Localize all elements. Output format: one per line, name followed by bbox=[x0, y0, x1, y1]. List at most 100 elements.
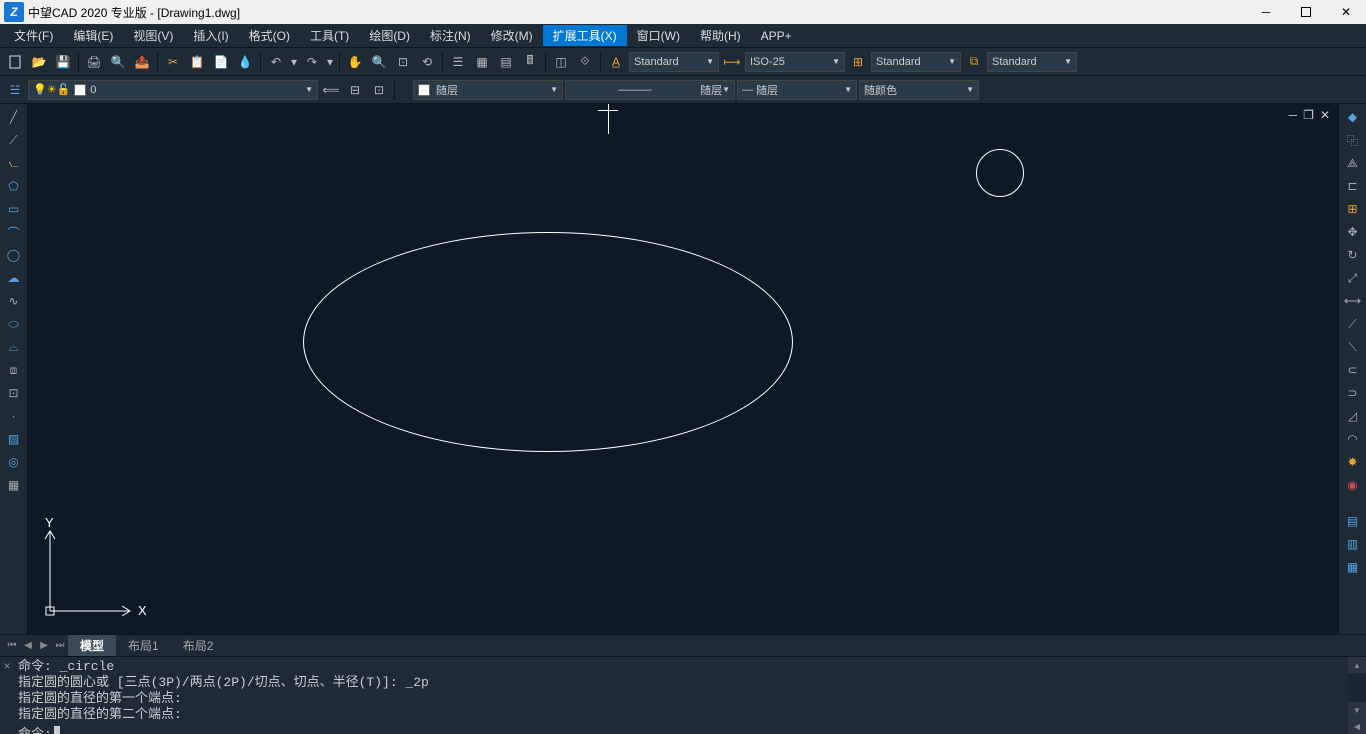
undo-button[interactable]: ↶ bbox=[265, 51, 287, 73]
mdi-minimize-button[interactable]: ─ bbox=[1289, 108, 1298, 122]
match-button[interactable]: 💧 bbox=[234, 51, 256, 73]
open-button[interactable]: 📂 bbox=[28, 51, 50, 73]
table-button[interactable]: ▦ bbox=[2, 474, 26, 496]
plotstyle-dropdown[interactable]: 随颜色▼ bbox=[859, 80, 979, 100]
paste-button[interactable]: 📄 bbox=[210, 51, 232, 73]
pan-button[interactable]: ✋ bbox=[344, 51, 366, 73]
menu-item[interactable]: 绘图(D) bbox=[359, 25, 420, 46]
layer-state-button[interactable]: ⊟ bbox=[344, 79, 366, 101]
dim-style-dropdown[interactable]: ISO-25▼ bbox=[745, 52, 845, 72]
maximize-button[interactable] bbox=[1286, 0, 1326, 24]
tab-next-button[interactable]: ▶ bbox=[36, 638, 52, 654]
region-button[interactable]: ◎ bbox=[2, 451, 26, 473]
array-button[interactable]: ⊞ bbox=[1341, 198, 1365, 220]
command-history[interactable]: 命令: _circle指定圆的圆心或 [三点(3P)/两点(2P)/切点、切点、… bbox=[14, 657, 1348, 734]
fillet-button[interactable]: ◠ bbox=[1341, 428, 1365, 450]
menu-item[interactable]: 修改(M) bbox=[481, 25, 543, 46]
zoom-window-button[interactable]: ⊡ bbox=[392, 51, 414, 73]
menu-item[interactable]: 帮助(H) bbox=[690, 25, 751, 46]
scroll-left-button[interactable]: ◀ bbox=[1348, 718, 1366, 734]
line-button[interactable]: ╱ bbox=[2, 106, 26, 128]
zoom-prev-button[interactable]: ⟲ bbox=[416, 51, 438, 73]
layout-tab[interactable]: 布局2 bbox=[171, 635, 226, 656]
block-make-button[interactable]: ⊡ bbox=[2, 382, 26, 404]
tab-first-button[interactable]: ⏮ bbox=[4, 638, 20, 654]
revcloud-button[interactable]: ☁ bbox=[2, 267, 26, 289]
table-style-dropdown[interactable]: Standard▼ bbox=[871, 52, 961, 72]
menu-item[interactable]: 文件(F) bbox=[4, 25, 63, 46]
circle-button[interactable]: ◯ bbox=[2, 244, 26, 266]
preview-button[interactable]: 🔍 bbox=[107, 51, 129, 73]
redo-dropdown[interactable]: ▾ bbox=[325, 51, 335, 73]
pline-button[interactable]: ⦦ bbox=[2, 152, 26, 174]
menu-item[interactable]: 扩展工具(X) bbox=[543, 25, 627, 46]
table-style-icon[interactable]: ⊞ bbox=[847, 51, 869, 73]
ellipse-button[interactable]: ⬭ bbox=[2, 313, 26, 335]
explode-button[interactable]: ✸ bbox=[1341, 451, 1365, 473]
lineweight-dropdown[interactable]: — 随层▼ bbox=[737, 80, 857, 100]
redo-button[interactable]: ↷ bbox=[301, 51, 323, 73]
polygon-button[interactable]: ⬠ bbox=[2, 175, 26, 197]
extend-button[interactable]: ⟍ bbox=[1341, 336, 1365, 358]
minimize-button[interactable]: ─ bbox=[1246, 0, 1286, 24]
layer-iso-button[interactable]: ⊡ bbox=[368, 79, 390, 101]
chamfer-button[interactable]: ◿ bbox=[1341, 405, 1365, 427]
stretch-button[interactable]: ⟷ bbox=[1341, 290, 1365, 312]
rectangle-button[interactable]: ▭ bbox=[2, 198, 26, 220]
design-center-button[interactable]: ▦ bbox=[471, 51, 493, 73]
tab-prev-button[interactable]: ◀ bbox=[20, 638, 36, 654]
menu-item[interactable]: 视图(V) bbox=[123, 25, 183, 46]
cut-button[interactable]: ✂ bbox=[162, 51, 184, 73]
layer-prev-button[interactable]: ⟸ bbox=[320, 79, 342, 101]
ellipse-arc-button[interactable]: ⌓ bbox=[2, 336, 26, 358]
offset-button[interactable]: ⊏ bbox=[1341, 175, 1365, 197]
zoom-rt-button[interactable]: 🔍 bbox=[368, 51, 390, 73]
spline-button[interactable]: ∿ bbox=[2, 290, 26, 312]
gradient-button[interactable]: ◉ bbox=[1341, 474, 1365, 496]
close-button[interactable]: ✕ bbox=[1326, 0, 1366, 24]
xline-button[interactable]: ⟋ bbox=[2, 129, 26, 151]
tool-palette-button[interactable]: ▤ bbox=[495, 51, 517, 73]
layer-dropdown[interactable]: 💡 ☀ 🔓 0 ▼ bbox=[28, 80, 318, 100]
menu-item[interactable]: APP+ bbox=[751, 27, 802, 45]
palette3-button[interactable]: ▦ bbox=[1341, 556, 1365, 578]
block-button[interactable]: ◫ bbox=[550, 51, 572, 73]
scale-button[interactable]: ⤢ bbox=[1341, 267, 1365, 289]
layout-tab[interactable]: 布局1 bbox=[116, 635, 171, 656]
command-close-button[interactable]: × bbox=[0, 657, 14, 734]
undo-dropdown[interactable]: ▾ bbox=[289, 51, 299, 73]
hatch-button[interactable]: ▨ bbox=[2, 428, 26, 450]
insert-button[interactable]: ⧈ bbox=[2, 359, 26, 381]
point-button[interactable]: · bbox=[2, 405, 26, 427]
menu-item[interactable]: 工具(T) bbox=[300, 25, 359, 46]
color-dropdown[interactable]: 随层▼ bbox=[413, 80, 563, 100]
scroll-up-button[interactable]: ▲ bbox=[1348, 657, 1366, 673]
copy-button[interactable]: 📋 bbox=[186, 51, 208, 73]
menu-item[interactable]: 插入(I) bbox=[183, 25, 238, 46]
mline-style-icon[interactable]: ⧉ bbox=[963, 51, 985, 73]
menu-item[interactable]: 窗口(W) bbox=[627, 25, 690, 46]
text-style-icon[interactable]: A̲ bbox=[605, 51, 627, 73]
palette1-button[interactable]: ▤ bbox=[1341, 510, 1365, 532]
palette2-button[interactable]: ▥ bbox=[1341, 533, 1365, 555]
command-input-row[interactable]: 命令: bbox=[18, 723, 1344, 734]
move-button[interactable]: ✥ bbox=[1341, 221, 1365, 243]
command-scrollbar[interactable]: ▲ ▼ ◀ bbox=[1348, 657, 1366, 734]
tab-last-button[interactable]: ⏭ bbox=[52, 638, 68, 654]
cleanup-button[interactable]: ⟐ bbox=[574, 51, 596, 73]
join-button[interactable]: ⊃ bbox=[1341, 382, 1365, 404]
drawing-canvas[interactable]: ─ ❐ ✕ X Y bbox=[28, 104, 1338, 634]
menu-item[interactable]: 标注(N) bbox=[420, 25, 481, 46]
linetype-dropdown[interactable]: ——— 随层▼ bbox=[565, 80, 735, 100]
copy-obj-button[interactable]: ⿻ bbox=[1341, 129, 1365, 151]
rotate-button[interactable]: ↻ bbox=[1341, 244, 1365, 266]
layer-manager-button[interactable]: ☱ bbox=[4, 79, 26, 101]
properties-button[interactable]: ☰ bbox=[447, 51, 469, 73]
menu-item[interactable]: 编辑(E) bbox=[63, 25, 123, 46]
dim-style-icon[interactable]: ⟼ bbox=[721, 51, 743, 73]
menu-item[interactable]: 格式(O) bbox=[239, 25, 300, 46]
erase-button[interactable]: ◆ bbox=[1341, 106, 1365, 128]
trim-button[interactable]: ⟋ bbox=[1341, 313, 1365, 335]
print-button[interactable]: 🖨 bbox=[83, 51, 105, 73]
save-button[interactable]: 💾 bbox=[52, 51, 74, 73]
